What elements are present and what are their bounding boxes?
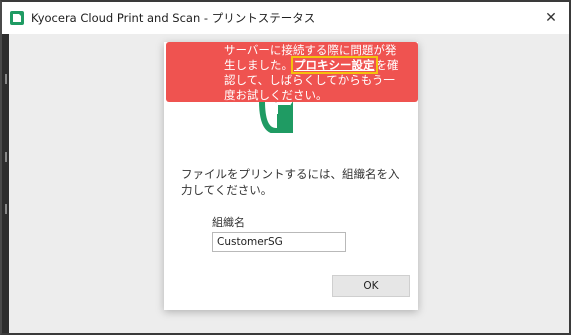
title-bar: Kyocera Cloud Print and Scan - プリントステータス… (2, 2, 569, 34)
org-prompt: ファイルをプリントするには、組織名を入力してください。 (164, 166, 418, 198)
ok-button[interactable]: OK (332, 275, 410, 297)
background-window-edge (2, 34, 9, 333)
error-message: サーバーに接続する際に問題が発生しました。プロキシー設定を確認して、しばらくして… (224, 43, 406, 103)
kyocera-app-icon (10, 11, 24, 25)
org-name-label: 組織名 (212, 216, 245, 229)
proxy-settings-link[interactable]: プロキシー設定 (291, 56, 378, 74)
window-title: Kyocera Cloud Print and Scan - プリントステータス (31, 11, 316, 25)
org-name-input[interactable] (212, 232, 346, 252)
connection-error-banner: サーバーに接続する際に問題が発生しました。プロキシー設定を確認して、しばらくして… (166, 42, 418, 102)
close-icon[interactable]: ✕ (537, 2, 565, 34)
org-prompt-text: ファイルをプリントするには、組織名を入力してください。 (181, 167, 400, 197)
